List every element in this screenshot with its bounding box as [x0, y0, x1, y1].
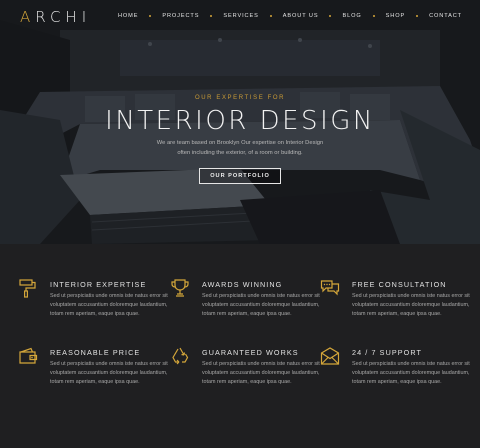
- nav-item-about-us[interactable]: ABOUT US: [283, 13, 319, 19]
- paint-roller-icon: [19, 279, 36, 298]
- nav-item-contact[interactable]: CONTACT: [429, 13, 462, 19]
- hero-description-line: We are team based on Brooklyn Our expert…: [156, 140, 324, 146]
- recycle-icon: [172, 347, 189, 365]
- feature-text: Sed ut perspiciatis unde omnis iste natu…: [202, 293, 320, 317]
- nav-separator: [416, 15, 419, 17]
- nav-item-home[interactable]: HOME: [118, 13, 138, 19]
- feature-text: Sed ut perspiciatis unde omnis iste natu…: [202, 361, 320, 385]
- nav-separator: [329, 15, 332, 17]
- main-menu: HOME PROJECTS SERVICES ABOUT US BLOG SHO…: [118, 13, 462, 19]
- hero-title: INTERIOR DESIGN: [105, 106, 375, 136]
- feature-title: AWARDS WINNING: [202, 280, 283, 289]
- site-logo[interactable]: ARCHI: [20, 8, 91, 26]
- nav-separator: [372, 15, 375, 17]
- nav-item-projects[interactable]: PROJECTS: [162, 13, 199, 19]
- feature-title: INTERIOR EXPERTISE: [50, 280, 147, 289]
- top-navigation: ARCHI HOME PROJECTS SERVICES ABOUT US BL…: [0, 0, 480, 34]
- feature-title: FREE CONSULTATION: [352, 280, 447, 289]
- portfolio-button[interactable]: OUR PORTFOLIO: [199, 168, 281, 184]
- hero-section: ARCHI HOME PROJECTS SERVICES ABOUT US BL…: [0, 0, 480, 244]
- feature-text: Sed ut perspiciatis unde omnis iste natu…: [352, 293, 470, 317]
- trophy-icon: [171, 279, 189, 297]
- feature-title: 24 / 7 SUPPORT: [352, 348, 422, 357]
- nav-separator: [210, 15, 213, 17]
- feature-title: GUARANTEED WORKS: [202, 348, 299, 357]
- nav-item-blog[interactable]: BLOG: [342, 13, 361, 19]
- nav-separator: [149, 15, 152, 17]
- wallet-icon: [19, 347, 38, 364]
- hero-description: We are team based on Brooklyn Our expert…: [0, 138, 480, 158]
- nav-item-shop[interactable]: SHOP: [386, 13, 405, 19]
- feature-title: REASONABLE PRICE: [50, 348, 141, 357]
- feature-text: Sed ut perspiciatis unde omnis iste natu…: [352, 361, 470, 385]
- chat-bubbles-icon: [320, 280, 340, 296]
- feature-text: Sed ut perspiciatis unde omnis iste natu…: [50, 293, 168, 317]
- hero-description-line: often including the exterior, of a room …: [177, 150, 303, 156]
- hero-eyebrow: OUR EXPERTISE FOR: [194, 95, 286, 101]
- envelope-icon: [320, 347, 340, 365]
- feature-text: Sed ut perspiciatis unde omnis iste natu…: [50, 361, 168, 385]
- features-section: INTERIOR EXPERTISE Sed ut perspiciatis u…: [0, 244, 480, 448]
- nav-separator: [269, 15, 272, 17]
- nav-item-services[interactable]: SERVICES: [223, 13, 258, 19]
